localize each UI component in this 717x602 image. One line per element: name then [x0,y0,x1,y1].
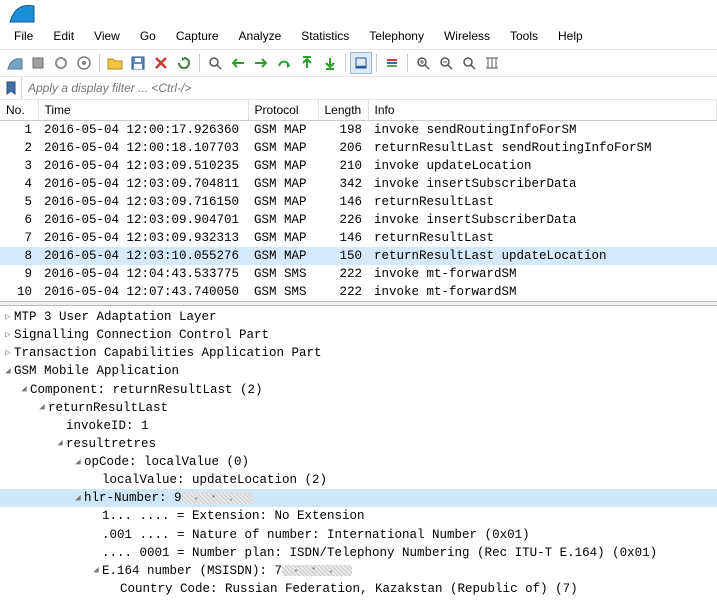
redacted-number [282,565,352,576]
column-headers[interactable]: No. Time Protocol Length Info [0,100,717,121]
col-info[interactable]: Info [368,100,717,121]
tree-item[interactable]: 1... .... = Extension: No Extension [102,507,365,525]
chevron-down-icon[interactable]: ◢ [18,383,30,396]
table-row[interactable]: 32016-05-04 12:03:09.510235GSM MAP210inv… [0,157,717,175]
menubar[interactable]: File Edit View Go Capture Analyze Statis… [0,24,717,50]
chevron-right-icon[interactable]: ▷ [2,329,14,342]
find-icon[interactable] [204,52,226,74]
menu-analyze[interactable]: Analyze [229,26,292,47]
display-filter-input[interactable] [22,78,717,98]
zoom-reset-icon[interactable] [458,52,480,74]
tree-item[interactable]: Country Code: Russian Federation, Kazaks… [120,580,578,598]
menu-capture[interactable]: Capture [166,26,229,47]
col-protocol[interactable]: Protocol [248,100,318,121]
tree-item[interactable]: Transaction Capabilities Application Par… [14,344,322,362]
tree-item[interactable]: Signalling Connection Control Part [14,326,269,344]
toolbar [0,50,717,77]
open-file-icon[interactable] [104,52,126,74]
menu-file[interactable]: File [4,26,43,47]
wireshark-icon [8,2,36,24]
table-row[interactable]: 82016-05-04 12:03:10.055276GSM MAP150ret… [0,247,717,265]
resize-columns-icon[interactable] [481,52,503,74]
stop-capture-icon[interactable] [27,52,49,74]
menu-telephony[interactable]: Telephony [359,26,434,47]
redacted-number [182,493,252,504]
chevron-down-icon[interactable]: ◢ [36,401,48,414]
table-row[interactable]: 72016-05-04 12:03:09.932313GSM MAP146ret… [0,229,717,247]
go-last-icon[interactable] [319,52,341,74]
chevron-right-icon[interactable]: ▷ [2,347,14,360]
chevron-right-icon[interactable]: ▷ [2,311,14,324]
menu-wireless[interactable]: Wireless [434,26,500,47]
table-row[interactable]: 92016-05-04 12:04:43.533775GSM SMS222inv… [0,265,717,283]
chevron-down-icon[interactable]: ◢ [72,456,84,469]
chevron-down-icon[interactable]: ◢ [2,365,14,378]
menu-tools[interactable]: Tools [500,26,548,47]
tree-item[interactable]: localValue: updateLocation (2) [102,471,327,489]
save-file-icon[interactable] [127,52,149,74]
restart-capture-icon[interactable] [50,52,72,74]
reload-icon[interactable] [173,52,195,74]
menu-go[interactable]: Go [130,26,166,47]
menu-statistics[interactable]: Statistics [291,26,359,47]
table-row[interactable]: 22016-05-04 12:00:18.107703GSM MAP206ret… [0,139,717,157]
jump-icon[interactable] [273,52,295,74]
col-length[interactable]: Length [318,100,368,121]
chevron-down-icon[interactable]: ◢ [90,564,102,577]
packet-list[interactable]: No. Time Protocol Length Info 12016-05-0… [0,100,717,301]
tree-item[interactable]: MTP 3 User Adaptation Layer [14,308,217,326]
capture-options-icon[interactable] [73,52,95,74]
table-row[interactable]: 102016-05-04 12:07:43.740050GSM SMS222in… [0,283,717,301]
tree-item[interactable]: invokeID: 1 [66,417,149,435]
colorize-icon[interactable] [381,52,403,74]
menu-edit[interactable]: Edit [43,26,84,47]
menu-view[interactable]: View [84,26,130,47]
go-forward-icon[interactable] [250,52,272,74]
menu-help[interactable]: Help [548,26,593,47]
auto-scroll-icon[interactable] [350,52,372,74]
filterbar [0,77,717,100]
col-time[interactable]: Time [38,100,248,121]
tree-item[interactable]: E.164 number (MSISDN): 7 [102,562,282,580]
titlebar [0,0,717,24]
start-capture-icon[interactable] [4,52,26,74]
tree-item[interactable]: .001 .... = Nature of number: Internatio… [102,526,530,544]
zoom-in-icon[interactable] [412,52,434,74]
close-file-icon[interactable] [150,52,172,74]
tree-item[interactable]: returnResultLast [48,399,168,417]
tree-item[interactable]: GSM Mobile Application [14,362,179,380]
bookmark-icon[interactable] [0,77,22,99]
tree-item[interactable]: .... 0001 = Number plan: ISDN/Telephony … [102,544,657,562]
table-row[interactable]: 52016-05-04 12:03:09.716150GSM MAP146ret… [0,193,717,211]
zoom-out-icon[interactable] [435,52,457,74]
table-row[interactable]: 62016-05-04 12:03:09.904701GSM MAP226inv… [0,211,717,229]
tree-item[interactable]: opCode: localValue (0) [84,453,249,471]
tree-item[interactable]: resultretres [66,435,156,453]
col-no[interactable]: No. [0,100,38,121]
table-row[interactable]: 42016-05-04 12:03:09.704811GSM MAP342inv… [0,175,717,193]
go-first-icon[interactable] [296,52,318,74]
packet-details[interactable]: ▷MTP 3 User Adaptation Layer ▷Signalling… [0,306,717,602]
tree-item[interactable]: Component: returnResultLast (2) [30,381,263,399]
chevron-down-icon[interactable]: ◢ [54,437,66,450]
chevron-down-icon[interactable]: ◢ [72,492,84,505]
go-back-icon[interactable] [227,52,249,74]
tree-item-selected[interactable]: ◢hlr-Number: 9 [0,489,717,507]
table-row[interactable]: 12016-05-04 12:00:17.926360GSM MAP198inv… [0,121,717,140]
